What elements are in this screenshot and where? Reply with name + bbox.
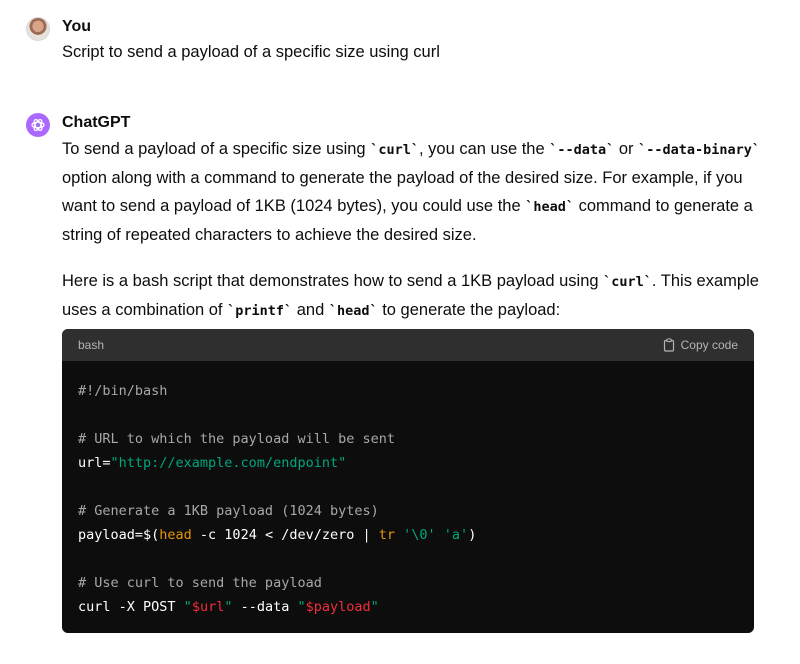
text-span: or bbox=[614, 140, 639, 158]
inline-code: `curl` bbox=[603, 274, 652, 290]
code-comment: # Use curl to send the payload bbox=[78, 575, 322, 591]
text-span: , you can use the bbox=[418, 140, 550, 158]
code-language-label: bash bbox=[78, 338, 105, 352]
code-variable: $payload bbox=[305, 599, 371, 615]
chatgpt-avatar bbox=[26, 113, 50, 137]
code-comment: # URL to which the payload will be sent bbox=[78, 431, 395, 447]
text-span: To send a payload of a specific size usi… bbox=[62, 140, 371, 158]
inline-code: `--data` bbox=[549, 142, 615, 158]
code-string: '\0' bbox=[403, 527, 436, 543]
clipboard-icon bbox=[663, 338, 674, 352]
user-avatar bbox=[26, 17, 50, 41]
code-builtin: head bbox=[159, 527, 192, 543]
text-span: and bbox=[292, 301, 329, 319]
inline-code: `head` bbox=[328, 303, 378, 319]
code-block: bash Copy code #!/bin/bash # URL to whic… bbox=[62, 329, 754, 633]
code-string: "http://example.com/endpoint" bbox=[110, 455, 347, 471]
code-token: curl -X POST bbox=[78, 599, 184, 615]
code-string: " bbox=[183, 599, 192, 615]
code-token: ) bbox=[468, 527, 477, 543]
user-message-text: Script to send a payload of a specific s… bbox=[62, 43, 440, 61]
code-token: -c 1024 < /dev/zero | bbox=[191, 527, 379, 543]
code-content: #!/bin/bash # URL to which the payload w… bbox=[62, 361, 754, 633]
code-string: 'a' bbox=[443, 527, 469, 543]
paragraph-script-intro: Here is a bash script that demonstrates … bbox=[62, 267, 764, 325]
inline-code: `printf` bbox=[227, 303, 293, 319]
code-line: #!/bin/bash bbox=[78, 383, 168, 399]
assistant-author-label: ChatGPT bbox=[62, 114, 131, 131]
code-token: payload=$( bbox=[78, 527, 160, 543]
text-span: to generate the payload: bbox=[377, 301, 561, 319]
user-author-label: You bbox=[62, 18, 92, 35]
paragraph-intro: To send a payload of a specific size usi… bbox=[62, 135, 764, 247]
inline-code: `head` bbox=[525, 199, 574, 215]
inline-code: `curl` bbox=[370, 142, 419, 158]
assistant-message-body: To send a payload of a specific size usi… bbox=[62, 135, 764, 325]
text-span: Here is a bash script that demonstrates … bbox=[62, 272, 604, 290]
copy-code-button[interactable]: Copy code bbox=[662, 338, 738, 352]
user-message: You Script to send a payload of a specif… bbox=[26, 16, 760, 76]
chatgpt-logo-icon bbox=[31, 118, 45, 132]
code-string: " bbox=[370, 599, 379, 615]
code-comment: # Generate a 1KB payload (1024 bytes) bbox=[78, 503, 379, 519]
code-variable: $url bbox=[191, 599, 225, 615]
copy-code-label: Copy code bbox=[680, 338, 738, 352]
code-token: url= bbox=[78, 455, 111, 471]
code-block-header: bash Copy code bbox=[62, 329, 754, 361]
code-token: --data bbox=[232, 599, 298, 615]
code-string: " bbox=[297, 599, 306, 615]
assistant-message: ChatGPT To send a payload of a specific … bbox=[26, 112, 760, 652]
code-builtin: tr bbox=[378, 527, 395, 543]
inline-code: `--data-binary` bbox=[638, 142, 761, 158]
